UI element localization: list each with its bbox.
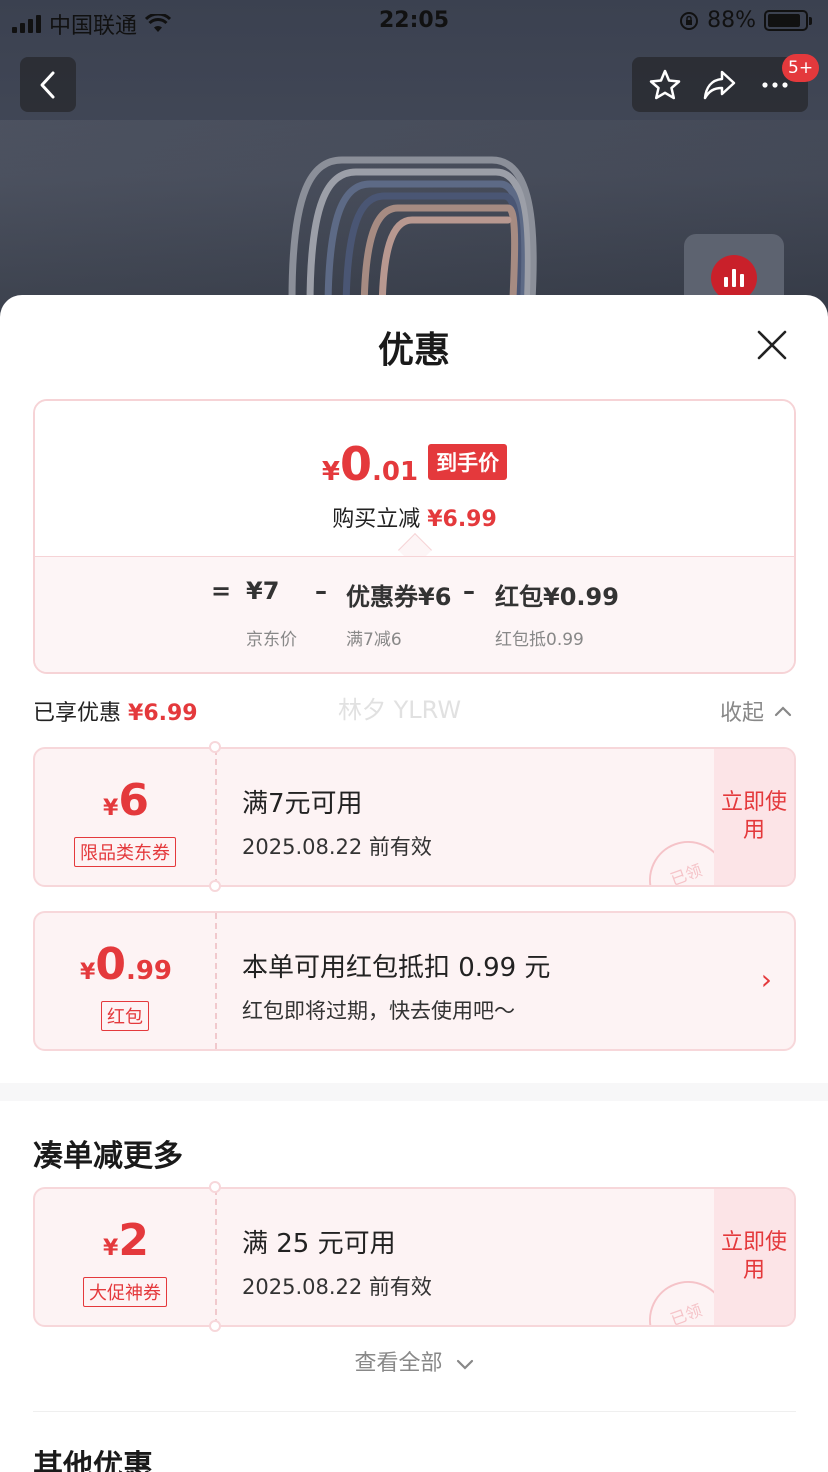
coupon-condition: 满7元可用 [242,789,363,819]
redpack-amount: ¥0.99 [35,939,217,990]
back-button[interactable] [20,57,76,112]
breakdown-redpack-label: 红包抵0.99 [495,630,584,650]
redpack-value-area: ¥0.99 红包 [35,913,217,1049]
coupon-condition: 满 25 元可用 [242,1229,396,1259]
breakdown-coupon: 优惠券¥6 [346,583,452,611]
redpack-expiry-notice: 红包即将过期，快去使用吧～ [242,999,515,1023]
redpack-card[interactable]: ¥0.99 红包 本单可用红包抵扣 0.99 元 红包即将过期，快去使用吧～ › [33,911,796,1051]
status-bar: 中国联通 22:05 88% [0,0,828,42]
breakdown-jd-price: ¥7 [246,577,280,605]
collapse-button[interactable]: 收起 [720,695,792,727]
coupon-currency: ¥ [103,796,119,821]
battery-percent: 88% [707,8,756,33]
instant-discount-line: 购买立减 ¥6.99 [35,501,794,533]
instant-discount-label: 购买立减 [332,507,421,532]
coupon-expiry: 2025.08.22 前有效 [242,835,432,859]
final-price-currency: ¥ [321,457,340,487]
battery-fill [768,14,800,27]
coupon-value-area: ¥2 大促神券 [35,1189,217,1325]
redpack-type-badge: 红包 [101,1001,149,1031]
coupon-amount: ¥2 [35,1215,217,1266]
final-price-integer: 0 [340,437,373,491]
final-price-decimal: .01 [372,457,419,487]
breakdown-coupon-label: 满7减6 [346,630,402,650]
message-badge: 5+ [782,54,820,82]
redpack-currency: ¥ [80,960,96,985]
share-icon[interactable] [702,68,738,102]
see-all-label: 查看全部 [354,1351,443,1376]
coupon-amount-value: 6 [118,775,149,826]
collapse-label: 收起 [720,701,765,726]
redpack-amount-decimal: .99 [125,956,172,986]
coupon-card-jd: ¥6 限品类东券 满7元可用 2025.08.22 前有效 已领 立即使用 [33,747,796,887]
price-breakdown: = ¥7 京东价 – 优惠券¥6 满7减6 – 红包¥0.99 红包抵0.99 [35,556,794,672]
breakdown-minus-1: – [315,577,327,605]
chevron-down-icon [456,1359,473,1370]
breakdown-redpack: 红包¥0.99 [495,583,619,611]
favorite-star-icon[interactable] [648,68,682,102]
breakdown-equals: = [211,577,232,605]
section-separator [33,1411,796,1412]
coupon-value-area: ¥6 限品类东券 [35,749,217,885]
enjoyed-amount: ¥6.99 [128,701,198,726]
chevron-left-icon [40,71,55,98]
breakdown-jd-price-label: 京东价 [246,630,297,650]
breakdown-minus-2: – [463,577,475,605]
redpack-description: 本单可用红包抵扣 0.99 元 [242,953,551,983]
coupon-card-promo: ¥2 大促神券 满 25 元可用 2025.08.22 前有效 已领 立即使用 [33,1187,796,1327]
ticket-hole [209,1181,221,1193]
ticket-hole [209,1320,221,1332]
final-price-tag: 到手价 [428,444,508,480]
close-icon[interactable] [754,327,790,363]
coupon-amount-value: 2 [118,1215,149,1266]
use-now-button[interactable]: 立即使用 [714,1189,794,1325]
enjoyed-discount: 已享优惠 ¥6.99 [33,695,198,727]
section-title-more: 凑单减更多 [33,1139,183,1174]
coupon-type-badge: 大促神券 [83,1277,167,1307]
coupon-type-badge: 限品类东券 [74,837,176,867]
section-title-other: 其他优惠 [33,1449,153,1472]
chevron-right-icon: › [760,963,772,996]
watermark-text: 林夕 YLRW [338,696,462,724]
battery-icon [764,10,812,31]
use-now-button[interactable]: 立即使用 [714,749,794,885]
final-price: ¥ 0 .01 到手价 [35,437,794,491]
status-right: 88% [679,8,812,33]
coupon-amount: ¥6 [35,775,217,826]
chevron-up-icon [774,706,792,717]
section-divider [0,1083,828,1101]
ticket-hole [209,880,221,892]
ticket-hole [209,741,221,753]
rotation-lock-icon [680,11,699,30]
coupon-expiry: 2025.08.22 前有效 [242,1275,432,1299]
see-all-button[interactable]: 查看全部 [0,1345,828,1377]
enjoyed-label: 已享优惠 [33,701,122,726]
coupon-currency: ¥ [103,1236,119,1261]
discount-sheet: 优惠 ¥ 0 .01 到手价 购买立减 ¥6.99 = ¥7 京东价 – 优惠券… [0,295,828,1472]
redpack-amount-integer: 0 [95,939,126,990]
price-summary-card: ¥ 0 .01 到手价 购买立减 ¥6.99 = ¥7 京东价 – 优惠券¥6 … [33,399,796,674]
instant-discount-amount: ¥6.99 [427,507,497,532]
sheet-title: 优惠 [377,330,450,371]
